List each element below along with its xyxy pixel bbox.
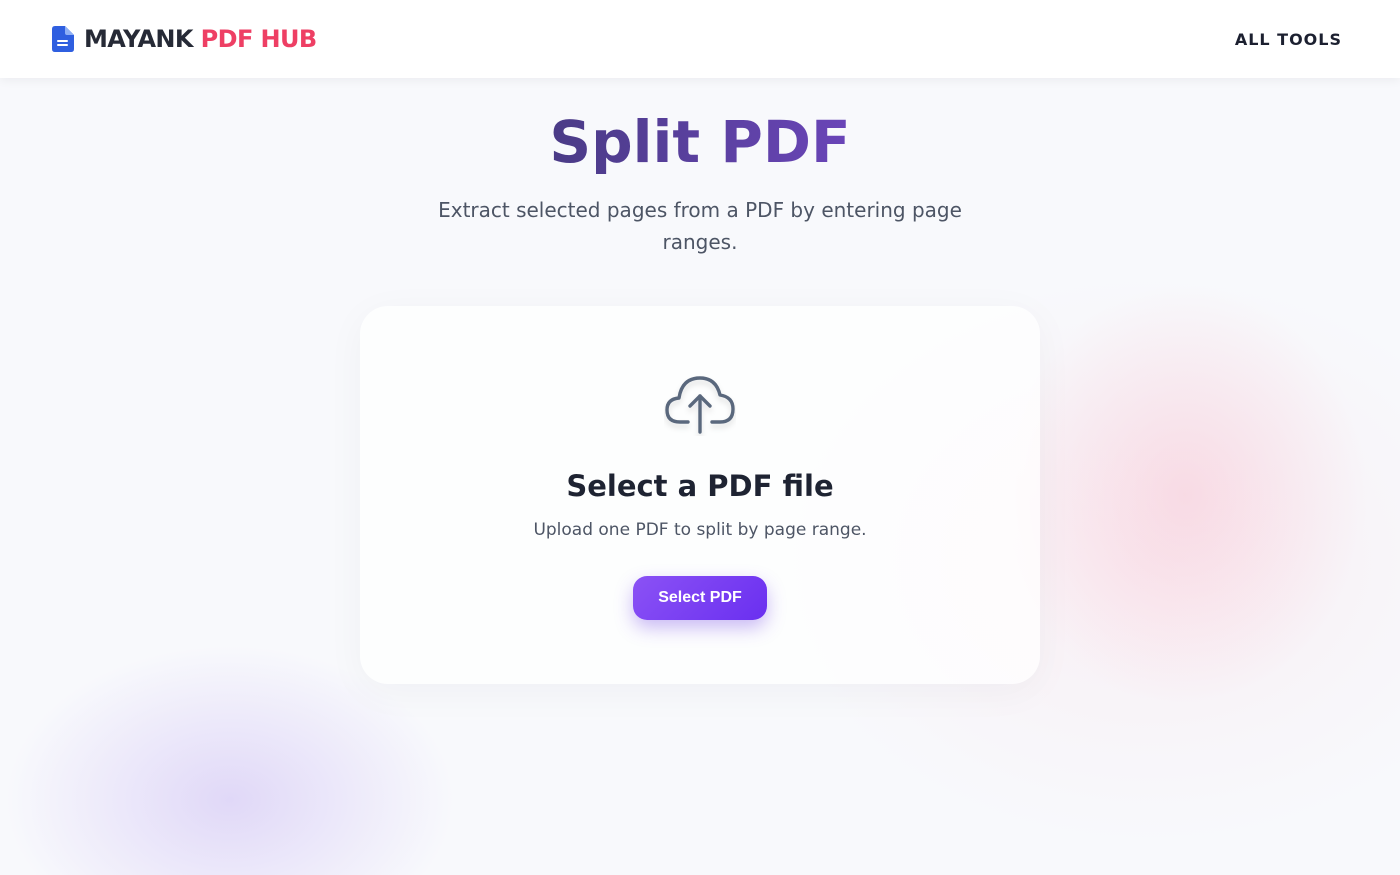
- hero: Split PDF Extract selected pages from a …: [0, 108, 1400, 258]
- all-tools-link[interactable]: ALL TOOLS: [1235, 30, 1342, 49]
- cloud-upload-icon: [665, 376, 735, 434]
- page-title: Split PDF: [549, 108, 851, 176]
- page-subtitle: Extract selected pages from a PDF by ent…: [438, 198, 962, 254]
- brand-main: MAYANK: [84, 25, 194, 53]
- navbar: MAYANK PDF HUB ALL TOOLS: [0, 0, 1400, 78]
- select-pdf-button[interactable]: Select PDF: [633, 576, 767, 620]
- brand-name: MAYANK PDF HUB: [84, 25, 317, 53]
- upload-dropzone[interactable]: Select a PDF file Upload one PDF to spli…: [360, 306, 1040, 684]
- brand-accent: PDF HUB: [200, 25, 318, 53]
- brand-logo[interactable]: MAYANK PDF HUB: [52, 25, 317, 53]
- upload-subtitle: Upload one PDF to split by page range.: [533, 520, 867, 540]
- upload-title: Select a PDF file: [566, 469, 834, 503]
- file-text-icon: [52, 26, 74, 52]
